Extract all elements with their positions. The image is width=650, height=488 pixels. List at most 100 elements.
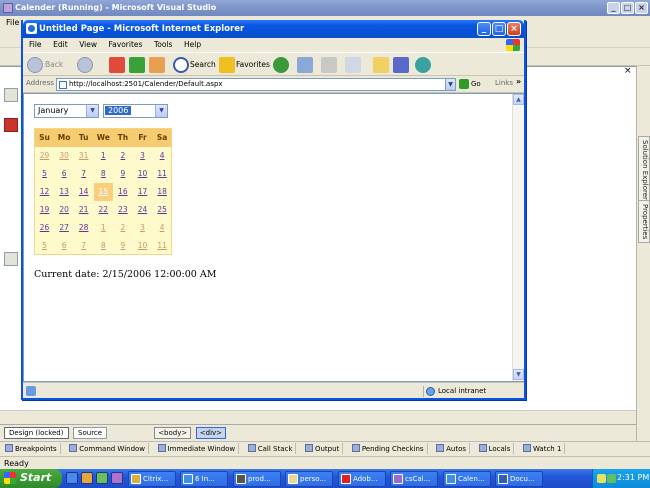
solution-explorer-tab[interactable]: Solution Explorer [638,136,650,204]
source-tab[interactable]: Source [73,427,108,439]
ie-menu-edit[interactable]: Edit [53,40,68,49]
calendar-day[interactable]: 5 [35,237,54,255]
chevron-right-icon[interactable]: » [516,77,521,86]
task-adobe[interactable]: Adob... [338,471,386,487]
task-citrix[interactable]: Citrix... [128,471,176,487]
calendar-day[interactable]: 2 [113,219,132,237]
favorites-button[interactable]: Favorites [236,56,270,74]
panel-pending-checkins[interactable]: Pending Checkins [349,443,428,454]
panel-watch-1[interactable]: Watch 1 [520,443,566,454]
calendar-day[interactable]: 3 [133,147,152,165]
stop-icon[interactable] [4,118,18,132]
properties-tab[interactable]: Properties [638,200,650,244]
calendar-day[interactable]: 2 [113,147,132,165]
calendar-day[interactable]: 23 [113,201,132,219]
calendar-day[interactable]: 7 [74,165,93,183]
ie-close-button[interactable]: × [507,22,521,36]
calendar-day[interactable]: 11 [153,237,172,255]
task-docu[interactable]: Docu... [495,471,543,487]
panel-call-stack[interactable]: Call Stack [245,443,297,454]
vs-menu-file[interactable]: File [6,18,19,27]
vs-close-button[interactable]: × [635,2,648,14]
task-calen[interactable]: Calen... [443,471,491,487]
back-arrow-icon[interactable] [27,57,43,73]
panel-output[interactable]: Output [302,443,344,454]
calendar-day[interactable]: 19 [35,201,54,219]
media-icon[interactable] [273,57,289,73]
calendar-day[interactable]: 8 [94,237,113,255]
calendar-day[interactable]: 1 [94,147,113,165]
print-icon[interactable] [321,57,337,73]
outlook-quicklaunch-icon[interactable] [81,472,93,484]
calendar-day[interactable]: 20 [55,201,74,219]
address-input[interactable]: http://localhost:2501/Calender/Default.a… [56,78,456,91]
calendar-day[interactable]: 30 [55,147,74,165]
calendar-day[interactable]: 22 [94,201,113,219]
calendar-day[interactable]: 7 [74,237,93,255]
task-perso[interactable]: perso... [285,471,333,487]
calendar-day[interactable]: 10 [133,237,152,255]
task-cscal[interactable]: csCal... [390,471,438,487]
tray-icon[interactable] [597,474,606,483]
calendar-day[interactable]: 4 [153,219,172,237]
calendar-day[interactable]: 31 [74,147,93,165]
calendar-day[interactable]: 16 [113,183,132,201]
calendar-day[interactable]: 11 [153,165,172,183]
ie-maximize-button[interactable]: □ [492,22,506,36]
year-select[interactable]: 2006 ▼ [103,104,168,118]
vs-horizontal-scrollbar[interactable] [0,410,636,422]
discuss-icon[interactable] [373,57,389,73]
refresh-icon[interactable] [129,57,145,73]
calendar-day-selected[interactable]: 15 [93,183,113,201]
search-icon[interactable] [173,57,189,73]
calendar-day[interactable]: 6 [55,165,74,183]
links-button[interactable]: Links [495,79,513,87]
task-prod[interactable]: prod... [233,471,281,487]
panel-command-window[interactable]: Command Window [66,443,150,454]
calendar-day[interactable]: 6 [55,237,74,255]
panel-autos[interactable]: Autos [433,443,471,454]
mail-icon[interactable] [297,57,313,73]
desktop-quicklaunch-icon[interactable] [96,472,108,484]
forward-arrow-icon[interactable] [77,57,93,73]
home-icon[interactable] [149,57,165,73]
ie-quicklaunch-icon[interactable] [66,472,78,484]
task-ie-windows[interactable]: 6 In... [180,471,228,487]
ie-vertical-scrollbar[interactable]: ▲ ▼ [512,94,524,381]
vs-minimize-button[interactable]: _ [607,2,620,14]
tag-body[interactable]: <body> [154,427,192,439]
back-button[interactable]: Back [45,56,63,74]
calendar-day[interactable]: 26 [35,219,54,237]
panel-breakpoints[interactable]: Breakpoints [2,443,61,454]
address-dropdown-button[interactable]: ▼ [445,78,456,91]
calendar-day[interactable]: 13 [55,183,74,201]
calendar-day[interactable]: 24 [133,201,152,219]
calendar-day[interactable]: 1 [94,219,113,237]
ie-menu-file[interactable]: File [29,40,42,49]
search-button[interactable]: Search [190,56,216,74]
calendar-day[interactable]: 27 [55,219,74,237]
calendar-day[interactable]: 8 [94,165,113,183]
month-select[interactable]: January ▼ [34,104,99,118]
vs-doc-close-icon[interactable]: × [624,67,634,77]
ie-menu-help[interactable]: Help [184,40,201,49]
calendar-day[interactable]: 14 [74,183,93,201]
tag-div[interactable]: <div> [195,427,227,439]
favorites-star-icon[interactable] [219,57,235,73]
network-icon[interactable] [607,474,616,483]
calendar-day[interactable]: 10 [133,165,152,183]
panel-locals[interactable]: Locals [476,443,515,454]
calendar-day[interactable]: 17 [133,183,152,201]
design-tab[interactable]: Design (locked) [4,427,69,439]
calendar-day[interactable]: 9 [113,165,132,183]
calendar-day[interactable]: 4 [153,147,172,165]
calendar-day[interactable]: 5 [35,165,54,183]
scroll-up-icon[interactable]: ▲ [513,94,524,105]
start-button[interactable]: Start [0,469,62,488]
messenger-icon[interactable] [415,57,431,73]
calendar-day[interactable]: 3 [133,219,152,237]
go-button[interactable]: Go [459,78,481,91]
calendar-day[interactable]: 12 [35,183,54,201]
vs-maximize-button[interactable]: □ [621,2,634,14]
research-icon[interactable] [393,57,409,73]
